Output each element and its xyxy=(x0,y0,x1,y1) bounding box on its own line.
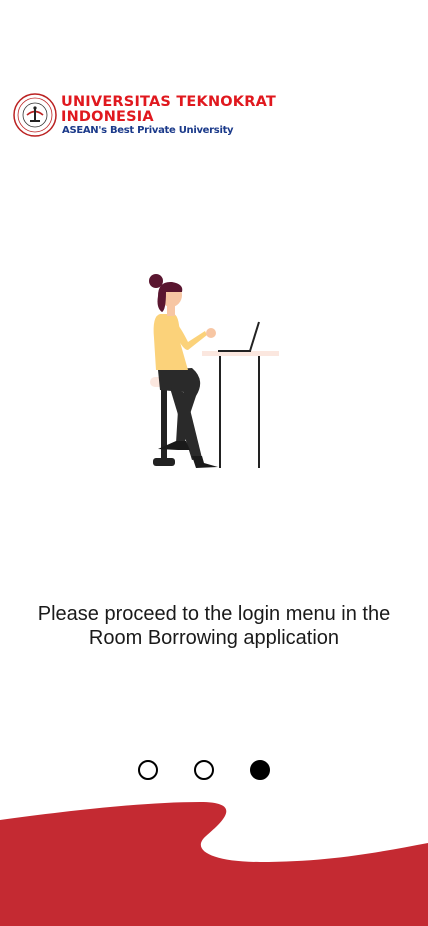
logo-title: UNIVERSITAS TEKNOKRAT INDONESIA xyxy=(61,95,276,125)
logo-tagline: ASEAN's Best Private University xyxy=(62,125,234,136)
page-dot-2[interactable] xyxy=(194,760,214,780)
onboarding-message: Please proceed to the login menu in the … xyxy=(37,603,391,649)
university-logo: UNIVERSITAS TEKNOKRAT INDONESIA ASEAN's … xyxy=(13,93,276,139)
page-dot-3-active[interactable] xyxy=(250,760,270,780)
university-seal-icon xyxy=(13,93,57,137)
page-indicator xyxy=(0,760,428,780)
logo-line1: UNIVERSITAS TEKNOKRAT xyxy=(61,94,276,110)
woman-working-on-laptop-illustration xyxy=(149,274,279,468)
page-dot-1[interactable] xyxy=(138,760,158,780)
logo-line2: INDONESIA xyxy=(61,109,154,125)
bottom-wave-decoration xyxy=(0,802,428,926)
